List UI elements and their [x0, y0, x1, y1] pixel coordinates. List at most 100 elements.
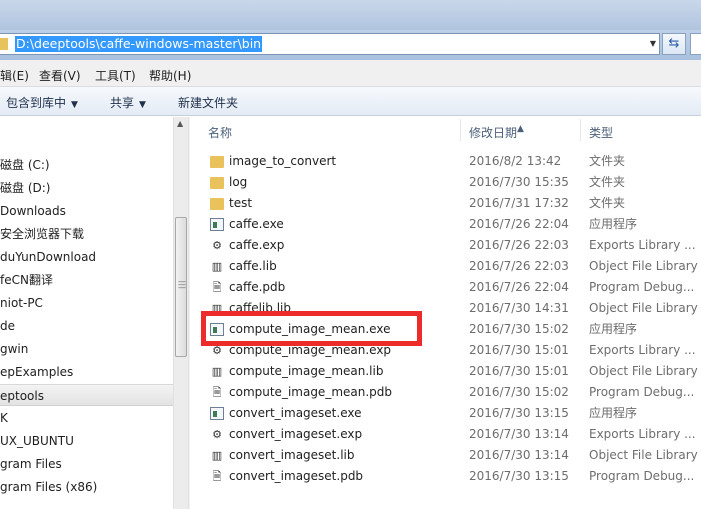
menu-view[interactable]: 查看(V)	[39, 67, 81, 84]
file-type: Object File Library	[589, 448, 698, 462]
folder-file-icon	[210, 156, 224, 168]
file-name: image_to_convert	[229, 154, 337, 168]
highlight-box	[201, 311, 422, 346]
file-row[interactable]: ⚙ caffe.exp 2016/7/26 22:03 Exports Library…	[190, 235, 701, 256]
file-name: convert_imageset.exe	[229, 406, 362, 420]
file-type: Program Debug...	[589, 280, 695, 294]
navigation-pane: 磁盘 (C:) 磁盘 (D:) Downloads 安全浏览器下载 duYunDownl…	[0, 117, 173, 509]
file-row[interactable]: 🗎 caffe.pdb 2016/7/26 22:04 Program Debug..…	[190, 277, 701, 298]
file-date: 2016/7/30 15:35	[469, 175, 569, 189]
nav-scrollbar[interactable]: ▲ — — —	[173, 117, 188, 509]
file-row[interactable]: ▥ caffe.lib 2016/7/26 22:03 Object File Lib…	[190, 256, 701, 277]
scrollbar-thumb[interactable]: — — —	[175, 217, 187, 357]
nav-item[interactable]: gram Files	[0, 453, 173, 475]
nav-item[interactable]: 安全浏览器下载	[0, 223, 173, 245]
address-bar[interactable]: D:\deeptools\caffe-windows-master\bin ▼	[0, 33, 660, 55]
file-type: Object File Library	[589, 301, 698, 315]
column-header: ▲ 名称 修改日期 类型	[190, 117, 701, 143]
column-separator[interactable]	[580, 119, 581, 141]
file-row[interactable]: convert_imageset.exe 2016/7/30 13:15 应用程序	[190, 403, 701, 424]
scroll-up-icon[interactable]: ▲	[177, 119, 183, 128]
new-folder-button[interactable]: 新建文件夹	[178, 94, 238, 111]
column-name[interactable]: 名称	[208, 124, 232, 141]
refresh-button[interactable]: ⇆	[662, 33, 686, 55]
file-row[interactable]: test 2016/7/31 17:32 文件夹	[190, 193, 701, 214]
file-type: Object File Library	[589, 259, 698, 273]
grip-icon: — — —	[178, 277, 186, 292]
file-name: convert_imageset.pdb	[229, 469, 364, 483]
nav-item[interactable]: UX_UBUNTU	[0, 430, 173, 452]
column-date[interactable]: 修改日期	[469, 124, 517, 141]
column-separator[interactable]	[460, 119, 461, 141]
file-type: 应用程序	[589, 217, 638, 231]
file-date: 2016/7/31 17:32	[469, 196, 569, 210]
nav-item[interactable]: gwin	[0, 338, 173, 360]
nav-item[interactable]: 磁盘 (C:)	[0, 154, 173, 176]
file-type: Exports Library ...	[589, 427, 696, 441]
file-type: Program Debug...	[589, 469, 695, 483]
sort-arrow-icon: ▲	[517, 124, 524, 134]
folder-icon	[0, 38, 8, 50]
address-path[interactable]: D:\deeptools\caffe-windows-master\bin	[15, 36, 263, 52]
nav-item[interactable]: duYunDownload	[0, 246, 173, 268]
column-type[interactable]: 类型	[589, 124, 613, 141]
file-name: compute_image_mean.pdb	[229, 385, 393, 399]
dropdown-arrow-icon: ▼	[139, 100, 146, 110]
nav-item[interactable]: feCN翻译	[0, 269, 173, 291]
chevron-down-icon[interactable]: ▼	[650, 39, 656, 48]
window-title-bar	[0, 0, 701, 32]
nav-item[interactable]: niot-PC	[0, 292, 173, 314]
file-date: 2016/8/2 13:42	[469, 154, 562, 168]
file-date: 2016/7/30 15:01	[469, 343, 569, 357]
file-row[interactable]: ▥ compute_image_mean.lib 2016/7/30 15:01 Ob…	[190, 361, 701, 382]
folder-file-icon	[210, 177, 224, 189]
file-type: 文件夹	[589, 196, 626, 210]
file-row[interactable]: ▥ convert_imageset.lib 2016/7/30 13:14 Obje…	[190, 445, 701, 466]
file-type: 应用程序	[589, 406, 638, 420]
file-date: 2016/7/26 22:04	[469, 280, 569, 294]
file-date: 2016/7/30 13:14	[469, 448, 569, 462]
refresh-icon: ⇆	[668, 36, 680, 51]
file-name: test	[229, 196, 253, 210]
file-type: Object File Library	[589, 364, 698, 378]
share-button[interactable]: 共享 ▼	[110, 94, 146, 111]
file-row[interactable]: 🗎 compute_image_mean.pdb 2016/7/30 15:02 Pr…	[190, 382, 701, 403]
pdb-file-icon: 🗎	[212, 386, 222, 399]
menu-bar: 辑(E) 查看(V) 工具(T) 帮助(H)	[0, 60, 701, 87]
exp-file-icon: ⚙	[212, 428, 222, 441]
search-input[interactable]	[690, 33, 701, 55]
file-type: 文件夹	[589, 154, 626, 168]
file-row[interactable]: image_to_convert 2016/8/2 13:42 文件夹	[190, 151, 701, 172]
file-type: Exports Library ...	[589, 238, 696, 252]
share-label: 共享	[110, 96, 135, 110]
pdb-file-icon: 🗎	[212, 470, 222, 483]
nav-item[interactable]: K	[0, 407, 173, 429]
nav-item[interactable]: epExamples	[0, 361, 173, 383]
command-bar: 包含到库中 ▼ 共享 ▼ 新建文件夹	[0, 87, 701, 116]
folder-file-icon	[210, 198, 224, 210]
file-type: 文件夹	[589, 175, 626, 189]
file-row[interactable]: log 2016/7/30 15:35 文件夹	[190, 172, 701, 193]
file-type: Exports Library ...	[589, 343, 696, 357]
file-row[interactable]: 🗎 convert_imageset.pdb 2016/7/30 13:15 Prog…	[190, 466, 701, 487]
menu-help[interactable]: 帮助(H)	[149, 67, 191, 84]
file-row[interactable]: ⚙ convert_imageset.exp 2016/7/30 13:14 Expo…	[190, 424, 701, 445]
file-name: convert_imageset.lib	[229, 448, 355, 462]
file-name: caffe.pdb	[229, 280, 286, 294]
exp-file-icon: ⚙	[212, 239, 222, 252]
nav-item[interactable]: de	[0, 315, 173, 337]
nav-item[interactable]: gram Files (x86)	[0, 476, 173, 498]
menu-tools[interactable]: 工具(T)	[95, 67, 136, 84]
file-name: compute_image_mean.lib	[229, 364, 384, 378]
nav-item[interactable]: eptools	[0, 384, 173, 406]
address-bar-area: D:\deeptools\caffe-windows-master\bin ▼ …	[0, 30, 701, 60]
file-row[interactable]: caffe.exe 2016/7/26 22:04 应用程序	[190, 214, 701, 235]
file-date: 2016/7/30 14:31	[469, 301, 569, 315]
exe-file-icon	[210, 407, 224, 420]
nav-item[interactable]: Downloads	[0, 200, 173, 222]
include-library-label: 包含到库中	[6, 96, 67, 110]
include-library-button[interactable]: 包含到库中 ▼	[6, 94, 78, 111]
nav-item[interactable]: 磁盘 (D:)	[0, 177, 173, 199]
menu-edit[interactable]: 辑(E)	[0, 67, 29, 84]
file-date: 2016/7/30 13:15	[469, 469, 569, 483]
